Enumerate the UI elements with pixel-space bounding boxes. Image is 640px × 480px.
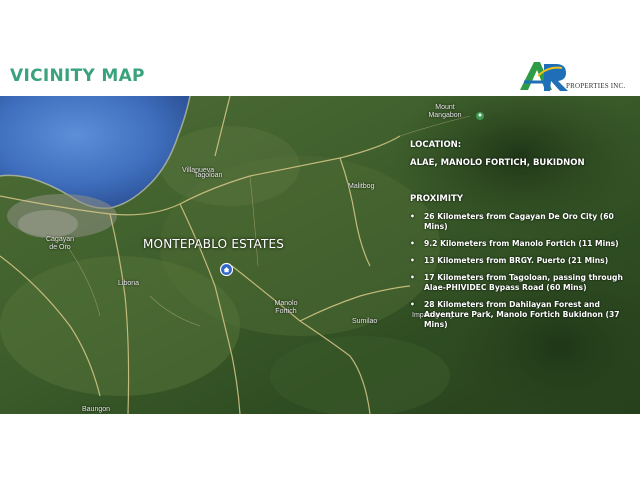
location-heading: LOCATION: bbox=[410, 140, 462, 150]
list-item: • 9.2 Kilometers from Manolo Fortich (11 … bbox=[410, 239, 619, 248]
place-label-cagayan-de-oro: Cagayan de Oro bbox=[45, 236, 75, 251]
list-item: • 28 Kilometers from Dahilayan Forest and… bbox=[410, 300, 620, 329]
page-title: VICINITY MAP bbox=[10, 66, 145, 86]
location-value: ALAE, MANOLO FORTICH, BUKIDNON bbox=[410, 158, 585, 168]
proximity-heading: PROXIMITY bbox=[410, 194, 463, 204]
list-item: • 26 Kilometers from Cagayan De Oro City … bbox=[410, 212, 614, 231]
home-pin-icon[interactable] bbox=[220, 263, 233, 276]
place-label-malitbog: Malitbog bbox=[348, 183, 375, 190]
place-label-mount-mangabon: Mount Mangabon bbox=[428, 104, 462, 119]
estate-label: MONTEPABLO ESTATES bbox=[143, 237, 285, 251]
list-item: • 17 Kilometers from Tagoloan, passing th… bbox=[410, 273, 623, 292]
list-item: • 13 Kilometers from BRGY. Puerto (21 Min… bbox=[410, 256, 609, 265]
place-label-libona: Libona bbox=[118, 280, 140, 287]
place-label-sumilao: Sumilao bbox=[352, 318, 378, 325]
slide: VICINITY MAP PROPERTIES INC. Mount Manga… bbox=[0, 0, 640, 480]
place-label-baungon: Baungon bbox=[82, 406, 111, 413]
place-label-tagoloan: Tagoloan bbox=[194, 172, 223, 179]
place-label-manolo-fortich: Manolo Fortich bbox=[274, 300, 298, 315]
proximity-list: • 26 Kilometers from Cagayan De Oro City … bbox=[410, 212, 632, 337]
logo-company-name: PROPERTIES INC. bbox=[566, 82, 626, 90]
